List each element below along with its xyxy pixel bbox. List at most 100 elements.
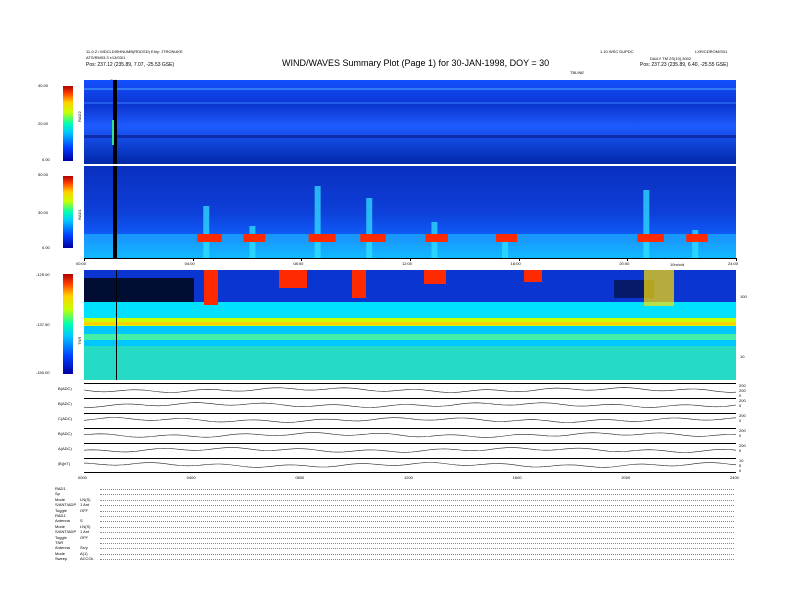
tnr-right-tick-low: 10 bbox=[740, 354, 745, 359]
rad1-burst-red bbox=[243, 234, 266, 242]
status-label: TNR bbox=[55, 540, 64, 545]
status-dotted-line bbox=[100, 543, 734, 544]
hk-trace-line bbox=[84, 462, 736, 468]
hk-trace bbox=[84, 402, 736, 408]
rad1-burst-column bbox=[203, 206, 210, 258]
header-right-tag: TBLINE bbox=[570, 70, 585, 75]
hk-xtick-label: 0000 bbox=[78, 475, 87, 480]
status-dotted-line bbox=[100, 537, 734, 539]
rad1-cal-marker bbox=[113, 166, 117, 258]
hk-right-tick: 0 bbox=[739, 468, 742, 473]
rad1-xtick-label: 20:00 bbox=[619, 261, 630, 266]
hk-series-label: B(ADC) bbox=[58, 386, 72, 391]
tnr-burst-1 bbox=[204, 270, 218, 305]
status-dotted-line bbox=[100, 494, 734, 496]
status-label: Toggle bbox=[55, 507, 67, 513]
hk-right-tick: 0 bbox=[739, 448, 742, 453]
hk-xtick-label: 2400 bbox=[730, 475, 739, 480]
hk-series-label: C(ADC) bbox=[58, 416, 72, 421]
status-value: A(1) bbox=[80, 550, 88, 556]
rad1-xtick-label: 00:00 bbox=[76, 261, 87, 266]
status-label: Mode bbox=[55, 523, 66, 529]
tnr-cbar-tick-min: -150.00 bbox=[36, 370, 50, 375]
hk-xtick-label: 1200 bbox=[404, 475, 413, 480]
tnr-burst-4 bbox=[424, 270, 446, 284]
hk-trace bbox=[84, 432, 736, 438]
header-right-line1: LXR/CDROM/S01 bbox=[695, 49, 728, 54]
status-dotted-line bbox=[100, 516, 734, 517]
rad1-burst-red bbox=[637, 234, 664, 242]
rad1-spectrogram bbox=[84, 166, 736, 258]
hk-trace bbox=[84, 417, 736, 423]
hk-series-label: A(ADC) bbox=[58, 446, 72, 451]
status-label: Antenna bbox=[55, 518, 70, 524]
status-label: S/ANT/ADP bbox=[55, 529, 77, 535]
page-title: WIND/WAVES Summary Plot (Page 1) for 30-… bbox=[282, 58, 550, 68]
hk-trace-line bbox=[84, 432, 736, 438]
status-dotted-line bbox=[100, 499, 734, 501]
hk-right-tick: 0 bbox=[739, 418, 742, 423]
rad1-colorbar bbox=[63, 176, 73, 248]
status-dotted-line bbox=[100, 489, 734, 490]
status-value: ACCOL bbox=[80, 556, 94, 562]
tnr-cbar-tick-max: -125.00 bbox=[36, 272, 50, 277]
header-center-right: 1.10 WSC DUPDC bbox=[600, 49, 634, 54]
rad1-xtick-label: 24:00 bbox=[728, 261, 739, 266]
status-label: Antenna bbox=[55, 545, 70, 551]
tnr-colorbar bbox=[63, 274, 73, 374]
header-left-line2: ATS/RM03.3 ±13/03/1 bbox=[86, 55, 126, 60]
status-label: Toggle bbox=[55, 534, 67, 540]
tnr-burst-5 bbox=[524, 270, 542, 282]
status-label: Sp bbox=[55, 491, 60, 497]
tnr-cbar-tick-mid: -137.50 bbox=[36, 322, 50, 327]
rad1-burst-red bbox=[308, 234, 336, 242]
hk-xtick-label: 0800 bbox=[295, 475, 305, 480]
rad1-burst-red bbox=[197, 234, 222, 242]
status-value: OFF bbox=[80, 534, 88, 540]
rad1-burst-red bbox=[360, 234, 386, 242]
header-right-position: Pos: 237.23 (235.89, 6.40, -25.55 GSE) bbox=[640, 62, 729, 68]
hk-trace-line bbox=[84, 387, 736, 393]
tnr-cal-marker bbox=[116, 270, 117, 380]
hk-trace bbox=[84, 447, 736, 453]
status-label: Mode bbox=[55, 550, 66, 556]
status-value: LN(S) bbox=[80, 523, 91, 529]
hk-trace-line bbox=[84, 447, 736, 453]
tnr-yellow-burst bbox=[644, 270, 674, 306]
status-dotted-line bbox=[100, 510, 734, 512]
status-dotted-line bbox=[100, 521, 734, 523]
rad2-band-3 bbox=[84, 135, 736, 138]
tnr-ylabel: TNR bbox=[77, 336, 82, 345]
status-value: 1 Ant bbox=[80, 529, 90, 535]
hk-trace bbox=[84, 387, 736, 393]
rad2-colorbar bbox=[63, 86, 73, 161]
status-label: RAD1 bbox=[55, 513, 66, 518]
rad1-burst-red bbox=[496, 234, 518, 242]
status-label: S/ANT/ADP bbox=[55, 502, 77, 508]
hk-series-label: B(ADC) bbox=[58, 401, 72, 406]
hk-trace bbox=[84, 462, 736, 468]
status-dotted-line bbox=[100, 505, 734, 507]
tnr-right-tick-high: 100 bbox=[740, 294, 747, 299]
status-value: OFF bbox=[80, 507, 88, 513]
rad1-xtick-label: 12:00 bbox=[402, 261, 413, 266]
tnr-lower-band bbox=[84, 346, 736, 380]
rad1-cbar-tick-mid: 30.00 bbox=[38, 210, 49, 215]
rad1-burst-column bbox=[643, 190, 650, 258]
hk-trace-line bbox=[84, 417, 736, 423]
rad2-cal-highlight bbox=[112, 120, 114, 145]
status-dotted-line bbox=[100, 548, 734, 550]
hk-trace-line bbox=[84, 402, 736, 408]
status-dotted-line bbox=[100, 532, 734, 534]
rad2-cbar-tick-max: 40.00 bbox=[38, 83, 49, 88]
rad2-spectrogram bbox=[84, 80, 736, 164]
tnr-green-band bbox=[84, 334, 736, 340]
rad1-xtick-label: 16:00 bbox=[510, 261, 521, 266]
status-value: 1 Ant bbox=[80, 502, 90, 508]
tnr-burst-2 bbox=[279, 270, 307, 288]
rad1-xtick-label: 08:00 bbox=[293, 261, 304, 266]
rad1-annotation: 10m/x/d bbox=[670, 262, 685, 267]
rad2-band-1 bbox=[84, 88, 736, 90]
rad1-burst-column bbox=[366, 198, 373, 258]
rad1-burst-red bbox=[686, 234, 708, 242]
